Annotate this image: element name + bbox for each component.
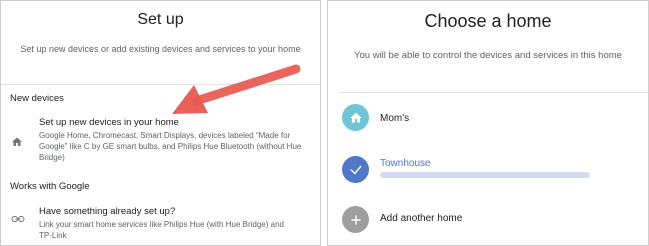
choose-home-title: Choose a home <box>424 11 552 31</box>
setup-subtitle: Set up new devices or add existing devic… <box>20 44 301 54</box>
new-devices-description: Google Home, Chromecast, Smart Displays,… <box>39 131 302 162</box>
choose-home-subtitle: You will be able to control the devices … <box>354 50 622 61</box>
works-with-google-header: Works with Google <box>10 181 90 192</box>
home-icon <box>342 104 369 131</box>
setup-title: Set up <box>137 11 184 28</box>
annotation-arrow <box>172 64 301 114</box>
choose-home-panel: Choose a home You will be able to contro… <box>327 0 649 246</box>
works-item-description: Link your smart home services like Phili… <box>39 220 284 240</box>
home-icon <box>12 137 22 146</box>
setup-panel: Set up Set up new devices or add existin… <box>0 0 321 246</box>
home-label: Mom's <box>380 113 410 124</box>
new-devices-header: New devices <box>10 93 64 104</box>
check-icon <box>342 156 369 183</box>
divider <box>340 92 648 93</box>
works-item-title: Have something already set up? <box>39 206 176 217</box>
redacted-address <box>380 172 590 178</box>
new-devices-title: Set up new devices in your home <box>39 117 179 128</box>
add-home-label: Add another home <box>380 213 463 224</box>
home-label: Townhouse <box>380 158 431 169</box>
link-icon <box>11 216 25 222</box>
plus-icon <box>342 206 369 233</box>
